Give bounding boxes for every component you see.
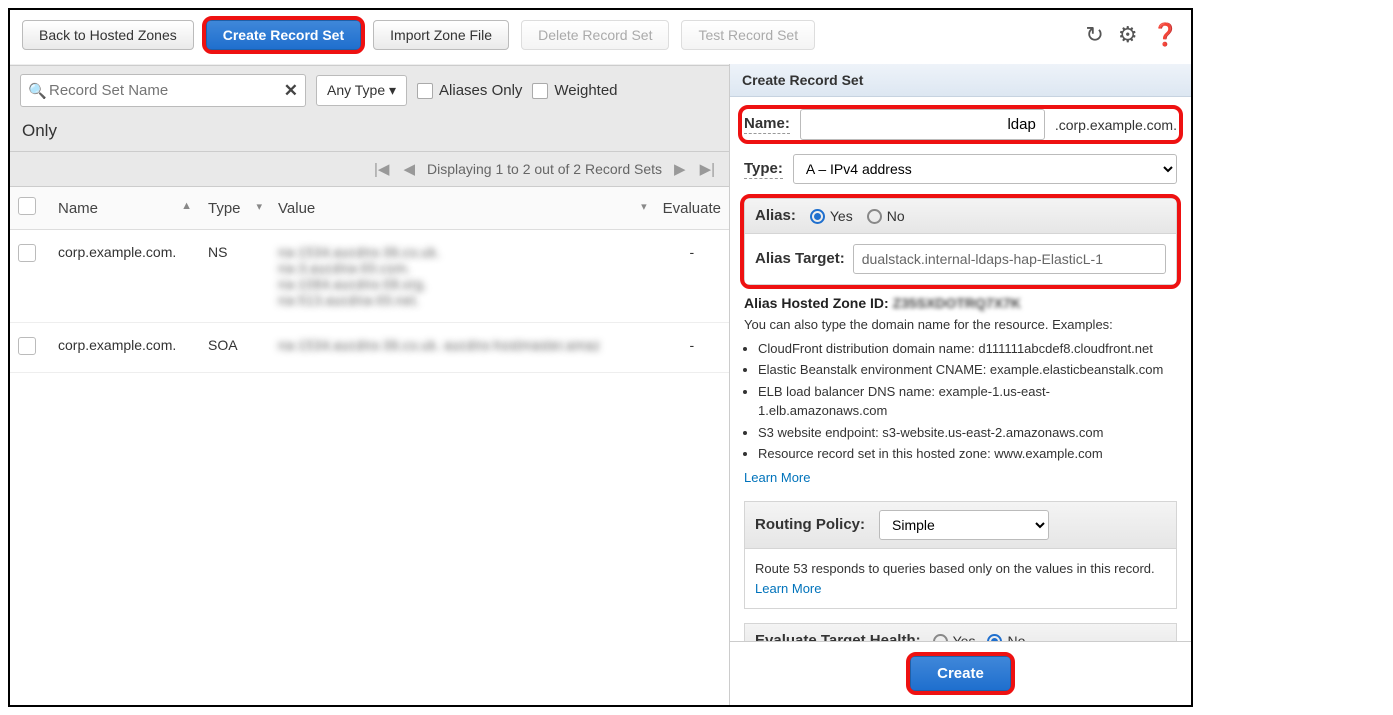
alias-target-label: Alias Target: bbox=[755, 250, 845, 268]
aliases-only-checkbox[interactable]: Aliases Only bbox=[417, 82, 522, 99]
alias-help-text: You can also type the domain name for th… bbox=[744, 315, 1177, 487]
row-checkbox[interactable] bbox=[18, 337, 36, 355]
page-next-icon[interactable]: ▶ bbox=[672, 160, 688, 178]
alias-target-input[interactable] bbox=[853, 244, 1166, 274]
search-input[interactable] bbox=[20, 74, 306, 107]
create-button[interactable]: Create bbox=[910, 656, 1011, 691]
page-last-icon[interactable]: ▶| bbox=[698, 160, 717, 178]
type-label: Type: bbox=[744, 160, 783, 179]
only-label: Only bbox=[20, 117, 719, 143]
evaluate-target-health-label: Evaluate Target Health: bbox=[755, 632, 921, 641]
weighted-checkbox[interactable]: Weighted bbox=[532, 82, 617, 99]
panel-title: Create Record Set bbox=[730, 64, 1191, 97]
routing-policy-select[interactable]: Simple bbox=[879, 510, 1049, 540]
record-type-select[interactable]: A – IPv4 address bbox=[793, 154, 1177, 184]
name-label: Name: bbox=[744, 115, 790, 134]
record-name-suffix: .corp.example.com. bbox=[1055, 117, 1177, 133]
learn-more-link[interactable]: Learn More bbox=[744, 470, 810, 485]
help-icon[interactable]: ❓ bbox=[1152, 22, 1179, 48]
type-filter-select[interactable]: Any Type ▾ bbox=[316, 75, 407, 106]
gear-icon[interactable]: ⚙ bbox=[1118, 22, 1138, 48]
table-row[interactable]: corp.example.com. NS na-1534.aucdns-36.c… bbox=[10, 230, 729, 323]
routing-policy-label: Routing Policy: bbox=[755, 516, 865, 534]
pager-text: Displaying 1 to 2 out of 2 Record Sets bbox=[427, 161, 662, 177]
create-record-set-button[interactable]: Create Record Set bbox=[206, 20, 361, 50]
clear-search-icon[interactable]: ✕ bbox=[284, 81, 298, 101]
back-to-hosted-zones-button[interactable]: Back to Hosted Zones bbox=[22, 20, 194, 50]
page-prev-icon[interactable]: ◀ bbox=[401, 160, 417, 178]
table-row[interactable]: corp.example.com. SOA na-1534.aucdns-36.… bbox=[10, 323, 729, 373]
sort-icon[interactable]: ▾ bbox=[256, 200, 262, 213]
alias-label: Alias: bbox=[755, 207, 796, 225]
record-name-input[interactable] bbox=[800, 109, 1045, 140]
learn-more-link[interactable]: Learn More bbox=[755, 581, 821, 596]
create-record-set-pane: Create Record Set Name: .corp.example.co… bbox=[729, 64, 1191, 705]
test-record-set-button: Test Record Set bbox=[681, 20, 815, 50]
import-zone-file-button[interactable]: Import Zone File bbox=[373, 20, 509, 50]
sort-icon[interactable]: ▲ bbox=[181, 200, 192, 212]
pager: |◀ ◀ Displaying 1 to 2 out of 2 Record S… bbox=[10, 152, 729, 187]
row-checkbox[interactable] bbox=[18, 244, 36, 262]
record-list-pane: 🔍 ✕ Any Type ▾ Aliases Only Weighted Onl… bbox=[10, 64, 729, 705]
eval-yes-radio[interactable]: Yes bbox=[933, 633, 976, 641]
search-icon: 🔍 bbox=[28, 82, 47, 100]
sort-icon[interactable]: ▾ bbox=[641, 200, 647, 213]
routing-help-text: Route 53 responds to queries based only … bbox=[744, 549, 1177, 609]
eval-no-radio[interactable]: No bbox=[987, 633, 1025, 641]
refresh-icon[interactable]: ↻ bbox=[1085, 22, 1103, 48]
filter-bar: 🔍 ✕ Any Type ▾ Aliases Only Weighted Onl… bbox=[10, 65, 729, 152]
select-all-checkbox[interactable] bbox=[18, 197, 36, 215]
delete-record-set-button: Delete Record Set bbox=[521, 20, 669, 50]
record-set-table: Name▲ Type▾ Value▾ Evaluate corp.example… bbox=[10, 187, 729, 373]
alias-hosted-zone-id: Alias Hosted Zone ID: Z35SXDOTRQ7X7K bbox=[744, 295, 1177, 311]
page-first-icon[interactable]: |◀ bbox=[372, 160, 391, 178]
alias-yes-radio[interactable]: Yes bbox=[810, 208, 853, 224]
top-toolbar: Back to Hosted Zones Create Record Set I… bbox=[10, 10, 1191, 60]
alias-no-radio[interactable]: No bbox=[867, 208, 905, 224]
